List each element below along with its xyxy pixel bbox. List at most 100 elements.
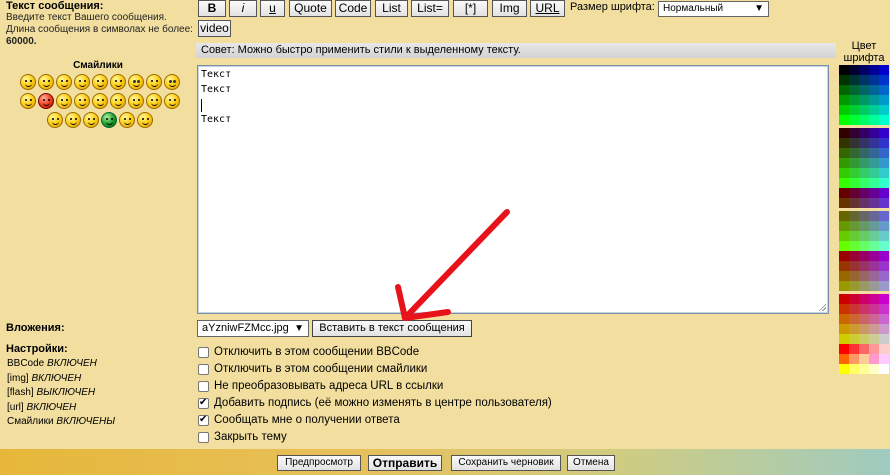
color-swatch[interactable] [859,324,869,334]
bold-button[interactable]: B [198,0,226,17]
color-swatch[interactable] [849,168,859,178]
color-swatch[interactable] [839,251,849,261]
color-swatch[interactable] [879,115,889,125]
option-disable-bbcode[interactable]: Отключить в этом сообщении BBCode [198,345,419,359]
color-swatch[interactable] [859,354,869,364]
color-swatch[interactable] [879,364,889,374]
color-swatch[interactable] [849,241,859,251]
color-swatch[interactable] [879,178,889,188]
color-swatch[interactable] [869,75,879,85]
preview-button[interactable]: Предпросмотр [277,455,361,471]
option-disable-url-links[interactable]: Не преобразовывать адреса URL в ссылки [198,379,443,393]
smiley-icon[interactable] [56,93,72,109]
smiley-icon[interactable] [20,93,36,109]
color-swatch[interactable] [859,221,869,231]
color-swatch[interactable] [859,168,869,178]
color-swatch[interactable] [879,158,889,168]
color-swatch[interactable] [839,95,849,105]
color-swatch[interactable] [879,85,889,95]
color-swatch[interactable] [859,95,869,105]
color-swatch[interactable] [849,251,859,261]
color-swatch[interactable] [849,364,859,374]
color-swatch[interactable] [879,334,889,344]
color-swatch[interactable] [839,188,849,198]
smiley-icon[interactable] [38,74,54,90]
color-swatch[interactable] [859,128,869,138]
color-swatch[interactable] [849,75,859,85]
color-swatch[interactable] [849,138,859,148]
color-swatch[interactable] [879,231,889,241]
color-swatch[interactable] [879,261,889,271]
smiley-icon[interactable] [119,112,135,128]
color-swatch[interactable] [879,354,889,364]
color-swatch[interactable] [859,75,869,85]
color-swatch[interactable] [859,251,869,261]
color-swatch[interactable] [869,188,879,198]
color-swatch[interactable] [849,294,859,304]
color-swatch[interactable] [849,115,859,125]
color-swatch[interactable] [849,281,859,291]
color-swatch[interactable] [879,324,889,334]
smiley-icon[interactable] [92,93,108,109]
color-swatch[interactable] [869,148,879,158]
smiley-icon[interactable] [65,112,81,128]
color-swatch[interactable] [859,314,869,324]
color-swatch[interactable] [869,364,879,374]
color-swatch[interactable] [839,128,849,138]
smiley-icon[interactable] [128,93,144,109]
color-swatch[interactable] [839,138,849,148]
color-swatch[interactable] [869,105,879,115]
color-swatch[interactable] [849,324,859,334]
url-button[interactable]: URL [530,0,565,17]
cancel-button[interactable]: Отмена [567,455,615,471]
color-swatch[interactable] [839,334,849,344]
option-disable-smilies[interactable]: Отключить в этом сообщении смайлики [198,362,427,376]
color-swatch[interactable] [879,251,889,261]
color-swatch[interactable] [879,294,889,304]
color-swatch[interactable] [839,75,849,85]
color-swatch[interactable] [859,304,869,314]
color-swatch[interactable] [879,148,889,158]
color-swatch[interactable] [839,231,849,241]
smiley-icon[interactable] [83,112,99,128]
color-swatch[interactable] [839,324,849,334]
color-swatch[interactable] [839,85,849,95]
color-swatch[interactable] [879,281,889,291]
color-swatch[interactable] [849,334,859,344]
color-swatch[interactable] [869,271,879,281]
color-swatch[interactable] [869,128,879,138]
color-swatch[interactable] [859,241,869,251]
color-swatch[interactable] [859,85,869,95]
color-swatch[interactable] [839,344,849,354]
color-swatch[interactable] [879,241,889,251]
color-swatch[interactable] [869,158,879,168]
color-swatch[interactable] [879,314,889,324]
color-swatch[interactable] [869,221,879,231]
list-item-button[interactable]: [*] [453,0,488,17]
color-swatch[interactable] [879,105,889,115]
color-swatch[interactable] [849,65,859,75]
list-ordered-button[interactable]: List= [411,0,449,17]
color-swatch[interactable] [849,231,859,241]
color-swatch[interactable] [849,95,859,105]
smiley-icon[interactable] [137,112,153,128]
smiley-icon[interactable] [74,74,90,90]
smiley-icon[interactable] [128,74,144,90]
color-swatch[interactable] [869,251,879,261]
option-add-signature[interactable]: Добавить подпись (её можно изменять в це… [198,396,552,410]
color-swatch[interactable] [839,261,849,271]
smiley-icon[interactable] [47,112,63,128]
color-swatch[interactable] [869,241,879,251]
smiley-icon[interactable] [164,74,180,90]
resize-grip-icon[interactable] [818,303,826,311]
color-swatch[interactable] [859,364,869,374]
checkbox[interactable] [198,363,209,375]
color-swatch[interactable] [859,178,869,188]
color-swatch[interactable] [869,138,879,148]
option-notify-reply[interactable]: Сообщать мне о получении ответа [198,413,400,427]
color-swatch[interactable] [879,211,889,221]
color-swatch[interactable] [859,281,869,291]
color-swatch[interactable] [859,148,869,158]
color-swatch[interactable] [839,221,849,231]
smiley-icon[interactable] [110,93,126,109]
